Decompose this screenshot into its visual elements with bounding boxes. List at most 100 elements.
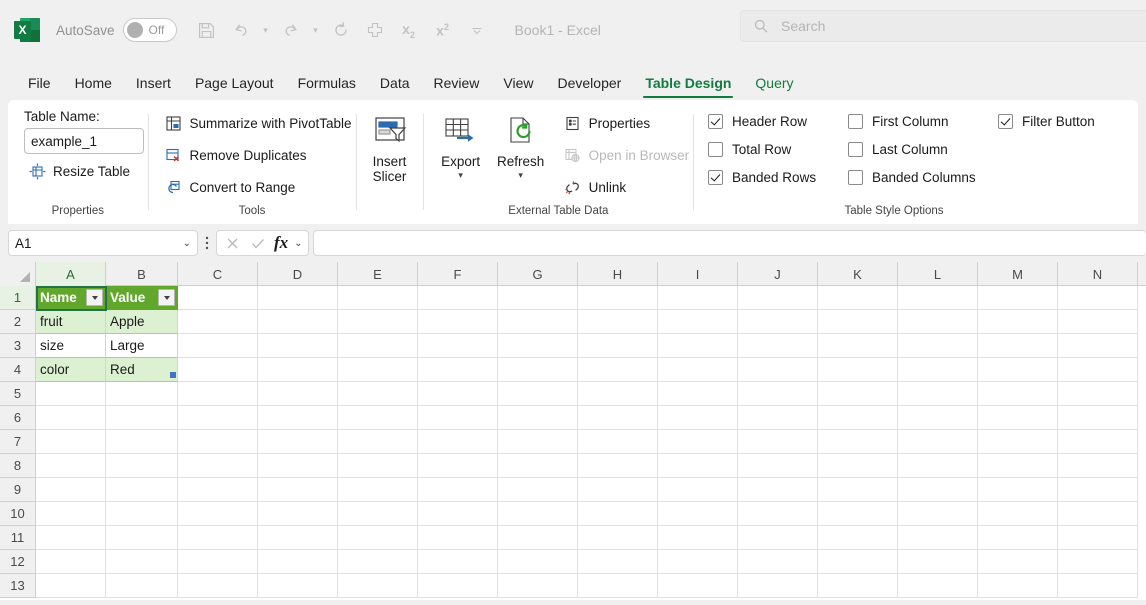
column-header-g[interactable]: G [498,262,578,286]
cell-l4[interactable] [898,358,978,382]
cell-b4[interactable]: Red [106,358,178,382]
cell-f1[interactable] [418,286,498,310]
cell-n12[interactable] [1058,550,1138,574]
cell-d2[interactable] [258,310,338,334]
cell-m1[interactable] [978,286,1058,310]
row-header-10[interactable]: 10 [0,502,36,526]
cell-h6[interactable] [578,406,658,430]
cell-c10[interactable] [178,502,258,526]
cell-c13[interactable] [178,574,258,598]
cell-b7[interactable] [106,430,178,454]
function-chevron-down-icon[interactable]: ⌄ [294,238,302,249]
cell-g13[interactable] [498,574,578,598]
cell-g11[interactable] [498,526,578,550]
external-properties-button[interactable]: Properties [560,110,694,136]
cell-h12[interactable] [578,550,658,574]
cell-a10[interactable] [36,502,106,526]
checkbox-last-column[interactable]: Last Column [848,140,998,158]
cell-d5[interactable] [258,382,338,406]
cell-k2[interactable] [818,310,898,334]
cell-e3[interactable] [338,334,418,358]
column-header-l[interactable]: L [898,262,978,286]
cell-n13[interactable] [1058,574,1138,598]
cell-m3[interactable] [978,334,1058,358]
cell-b11[interactable] [106,526,178,550]
cell-n10[interactable] [1058,502,1138,526]
enter-checkmark-icon[interactable] [248,232,268,254]
cell-i8[interactable] [658,454,738,478]
cell-f7[interactable] [418,430,498,454]
cell-g2[interactable] [498,310,578,334]
cell-j8[interactable] [738,454,818,478]
cell-j5[interactable] [738,382,818,406]
cell-i1[interactable] [658,286,738,310]
row-header-13[interactable]: 13 [0,574,36,598]
cell-d10[interactable] [258,502,338,526]
column-header-d[interactable]: D [258,262,338,286]
cell-b9[interactable] [106,478,178,502]
cell-l3[interactable] [898,334,978,358]
export-chevron-down-icon[interactable]: ▾ [458,170,463,180]
cell-b12[interactable] [106,550,178,574]
row-header-6[interactable]: 6 [0,406,36,430]
redo-dropdown-chevron-down-icon[interactable]: ▾ [309,14,323,46]
cell-m6[interactable] [978,406,1058,430]
column-header-m[interactable]: M [978,262,1058,286]
tab-table-design[interactable]: Table Design [633,66,743,100]
cell-k8[interactable] [818,454,898,478]
checkbox-banded-rows[interactable]: Banded Rows [708,168,848,186]
cell-a3[interactable]: size [36,334,106,358]
cell-b13[interactable] [106,574,178,598]
cell-d9[interactable] [258,478,338,502]
cell-f4[interactable] [418,358,498,382]
tab-page-layout[interactable]: Page Layout [183,66,286,100]
tab-file[interactable]: File [16,66,63,100]
filter-button-a1[interactable] [86,289,103,306]
cell-k13[interactable] [818,574,898,598]
cell-d13[interactable] [258,574,338,598]
cell-m10[interactable] [978,502,1058,526]
column-header-k[interactable]: K [818,262,898,286]
cell-k11[interactable] [818,526,898,550]
cell-i3[interactable] [658,334,738,358]
cell-g10[interactable] [498,502,578,526]
cell-n9[interactable] [1058,478,1138,502]
row-header-3[interactable]: 3 [0,334,36,358]
formula-input[interactable] [312,230,1146,256]
cell-e12[interactable] [338,550,418,574]
cell-i6[interactable] [658,406,738,430]
column-header-n[interactable]: N [1058,262,1138,286]
cell-f13[interactable] [418,574,498,598]
row-header-8[interactable]: 8 [0,454,36,478]
insert-slicer-button[interactable]: Insert Slicer [361,108,419,184]
cell-i12[interactable] [658,550,738,574]
cell-b3[interactable]: Large [106,334,178,358]
cell-a13[interactable] [36,574,106,598]
undo-dropdown-chevron-down-icon[interactable]: ▾ [259,14,273,46]
cell-h11[interactable] [578,526,658,550]
undo-button[interactable] [225,14,257,46]
cell-c1[interactable] [178,286,258,310]
cell-b6[interactable] [106,406,178,430]
cell-i4[interactable] [658,358,738,382]
cell-e7[interactable] [338,430,418,454]
cell-j6[interactable] [738,406,818,430]
cell-m11[interactable] [978,526,1058,550]
cell-d1[interactable] [258,286,338,310]
cell-j10[interactable] [738,502,818,526]
cell-f5[interactable] [418,382,498,406]
cell-a4[interactable]: color [36,358,106,382]
cell-a6[interactable] [36,406,106,430]
cell-e9[interactable] [338,478,418,502]
column-header-i[interactable]: I [658,262,738,286]
cell-i7[interactable] [658,430,738,454]
cell-h5[interactable] [578,382,658,406]
cell-m12[interactable] [978,550,1058,574]
tab-developer[interactable]: Developer [546,66,634,100]
cell-l2[interactable] [898,310,978,334]
cell-j3[interactable] [738,334,818,358]
cell-e6[interactable] [338,406,418,430]
cell-l9[interactable] [898,478,978,502]
cell-g7[interactable] [498,430,578,454]
cell-c7[interactable] [178,430,258,454]
